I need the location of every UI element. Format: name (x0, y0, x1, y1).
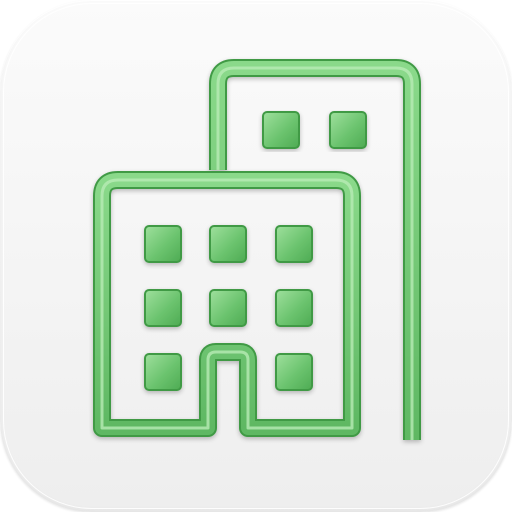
back-building-windows (262, 111, 367, 149)
window (144, 225, 182, 263)
office-building-icon (93, 59, 421, 440)
window (144, 353, 182, 391)
window (275, 353, 313, 391)
window (209, 289, 247, 327)
window (275, 225, 313, 263)
window (209, 225, 247, 263)
window (144, 289, 182, 327)
window (275, 289, 313, 327)
app-icon-tile[interactable] (0, 0, 512, 512)
front-building-windows (144, 225, 313, 391)
window (262, 111, 300, 149)
app-icon-canvas (0, 0, 512, 512)
window (329, 111, 367, 149)
